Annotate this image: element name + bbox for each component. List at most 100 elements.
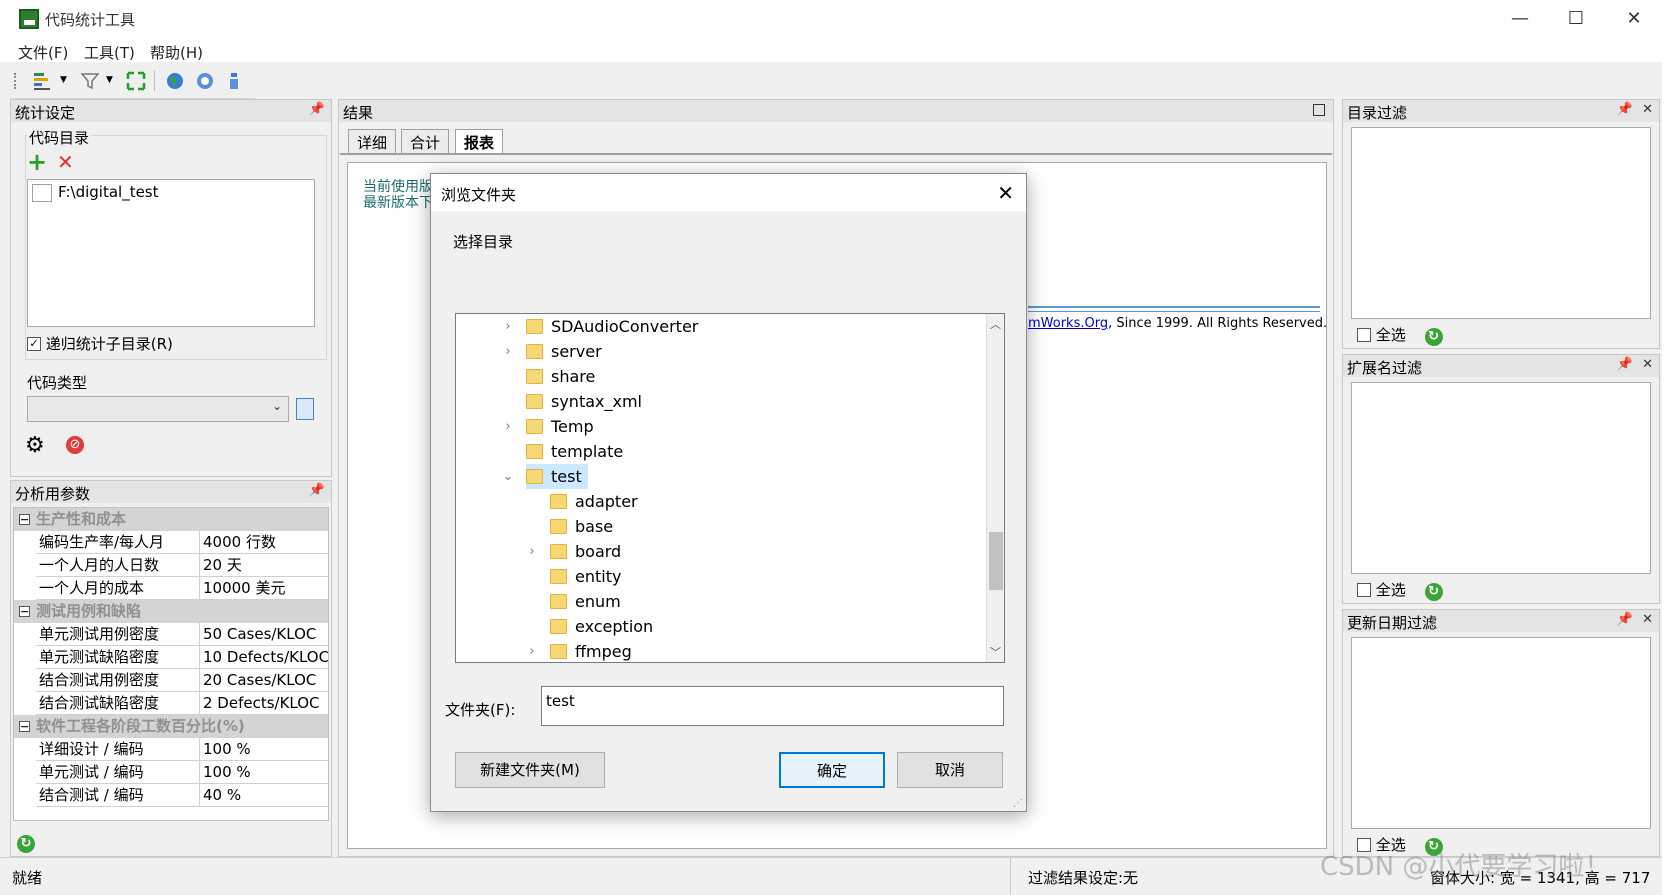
table-row[interactable]: 结合测试缺陷密度 2 Defects/KLOC (14, 692, 328, 715)
tab-report[interactable]: 报表 (455, 129, 504, 154)
chevron-right-icon[interactable]: › (502, 414, 514, 439)
param-value[interactable]: 20 天 (200, 554, 328, 577)
param-value[interactable]: 4000 行数 (200, 531, 328, 554)
param-value[interactable]: 40 % (200, 784, 328, 807)
tree-item[interactable]: adapter (550, 489, 638, 514)
ext-filter-select-all[interactable]: 全选 ↻ (1357, 579, 1443, 601)
dialog-close-icon[interactable]: ✕ (997, 181, 1014, 205)
chevron-right-icon[interactable]: › (526, 639, 538, 662)
add-dir-icon[interactable]: + (27, 150, 47, 174)
refresh-icon[interactable]: ↻ (1424, 328, 1443, 346)
tree-item[interactable]: base (550, 514, 613, 539)
tree-item[interactable]: template (526, 439, 623, 464)
param-value[interactable]: 10 Defects/KLOC (200, 646, 328, 669)
stats-icon[interactable] (32, 71, 52, 91)
dir-checkbox[interactable] (32, 184, 52, 202)
tree-item[interactable]: › board (529, 539, 621, 564)
param-value[interactable]: 20 Cases/KLOC (200, 669, 328, 692)
pin-icon[interactable]: 📌 (1617, 102, 1633, 117)
resize-grip-icon[interactable]: ⋰ (1013, 798, 1023, 809)
chevron-right-icon[interactable]: › (502, 339, 514, 364)
param-value[interactable]: 100 % (200, 738, 328, 761)
table-row[interactable]: 结合测试用例密度 20 Cases/KLOC (14, 669, 328, 692)
folder-tree[interactable]: › SDAudioConverter › server share syntax_xml ›… (455, 313, 1005, 663)
expand-icon[interactable] (126, 71, 146, 91)
select-all-checkbox[interactable] (1357, 582, 1371, 597)
recursive-checkbox[interactable]: ✓ (27, 336, 41, 351)
table-row[interactable]: 一个人月的成本 10000 美元 (14, 577, 328, 600)
grid-group-header[interactable]: − 测试用例和缺陷 (14, 600, 328, 623)
grid-group-header[interactable]: − 软件工程各阶段工数百分比(%) (14, 715, 328, 738)
pin-icon[interactable]: 📌 (309, 483, 325, 498)
toolbar-grip[interactable] (14, 73, 17, 89)
tree-item[interactable]: › server (505, 339, 601, 364)
table-row[interactable]: 单元测试缺陷密度 10 Defects/KLOC (14, 646, 328, 669)
stop-icon[interactable]: ⊘ (66, 436, 84, 454)
chevron-right-icon[interactable]: › (502, 314, 514, 339)
table-row[interactable]: 编码生产率/每人月 4000 行数 (14, 531, 328, 554)
recursive-option[interactable]: ✓ 递归统计子目录(R) (27, 333, 173, 354)
info-icon[interactable] (224, 71, 244, 91)
param-value[interactable]: 100 % (200, 761, 328, 784)
pin-icon[interactable]: 📌 (1617, 612, 1633, 627)
close-button[interactable]: ✕ (1609, 4, 1659, 34)
table-row[interactable]: 一个人月的人日数 20 天 (14, 554, 328, 577)
chevron-right-icon[interactable]: › (526, 539, 538, 564)
chevron-down-icon[interactable]: ⌄ (502, 464, 514, 489)
filter-dropdown-icon[interactable]: ▼ (106, 75, 113, 85)
tree-item[interactable]: › ffmpeg (529, 639, 631, 662)
date-filter-list[interactable] (1351, 637, 1651, 829)
globe-icon[interactable] (165, 71, 185, 91)
dir-filter-select-all[interactable]: 全选 ↻ (1357, 324, 1443, 346)
menu-help[interactable]: 帮助(H) (150, 42, 203, 63)
ext-filter-list[interactable] (1351, 382, 1651, 574)
tree-item[interactable]: exception (550, 614, 653, 639)
param-value[interactable]: 2 Defects/KLOC (200, 692, 328, 715)
close-icon[interactable]: ✕ (1642, 102, 1653, 117)
filter-icon[interactable] (80, 71, 100, 91)
table-row[interactable]: 单元测试用例密度 50 Cases/KLOC (14, 623, 328, 646)
folder-input[interactable]: test (541, 686, 1004, 726)
tree-item[interactable]: ⌄ test (503, 464, 588, 489)
scroll-up-icon[interactable]: ︿ (990, 316, 1001, 332)
code-dir-list[interactable]: F:\digital_test (27, 179, 315, 327)
tree-item[interactable]: › SDAudioConverter (505, 314, 698, 339)
tree-item[interactable]: share (526, 364, 595, 389)
param-value[interactable]: 50 Cases/KLOC (200, 623, 328, 646)
refresh-params-icon[interactable]: ↻ (17, 833, 35, 853)
tab-detail[interactable]: 详细 (348, 129, 397, 154)
remove-dir-icon[interactable]: ✕ (57, 152, 74, 172)
document-icon[interactable] (296, 398, 314, 420)
tab-summary[interactable]: 合计 (401, 129, 450, 154)
select-all-checkbox[interactable] (1357, 327, 1371, 342)
close-icon[interactable]: ✕ (1642, 357, 1653, 372)
copyright-link[interactable]: mWorks.Org (1028, 316, 1108, 331)
new-folder-button[interactable]: 新建文件夹(M) (455, 752, 605, 788)
tree-scrollbar[interactable]: ︿ ﹀ (986, 314, 1004, 662)
collapse-icon[interactable]: − (19, 721, 30, 732)
tree-item[interactable]: entity (550, 564, 621, 589)
table-row[interactable]: 单元测试 / 编码 100 % (14, 761, 328, 784)
refresh-icon[interactable]: ↻ (1424, 583, 1443, 601)
ok-button[interactable]: 确定 (779, 752, 885, 788)
close-icon[interactable]: ✕ (1642, 612, 1653, 627)
restore-panel-icon[interactable] (1313, 104, 1325, 116)
maximize-button[interactable]: ☐ (1551, 4, 1601, 34)
dir-item[interactable]: F:\digital_test (58, 183, 159, 201)
param-value[interactable]: 10000 美元 (200, 577, 328, 600)
minimize-button[interactable]: — (1495, 4, 1545, 34)
menu-tools[interactable]: 工具(T) (84, 42, 135, 63)
update-icon[interactable] (195, 71, 215, 91)
code-type-select[interactable]: ⌄ (27, 396, 289, 422)
grid-group-header[interactable]: − 生产性和成本 (14, 508, 328, 531)
menu-file[interactable]: 文件(F) (18, 42, 68, 63)
settings-gears-icon[interactable]: ⚙ (25, 433, 45, 458)
tree-item[interactable]: enum (550, 589, 621, 614)
table-row[interactable]: 详细设计 / 编码 100 % (14, 738, 328, 761)
table-row[interactable]: 结合测试 / 编码 40 % (14, 784, 328, 807)
collapse-icon[interactable]: − (19, 606, 30, 617)
tree-item[interactable]: › Temp (505, 414, 593, 439)
scroll-down-icon[interactable]: ﹀ (990, 644, 1001, 660)
pin-icon[interactable]: 📌 (1617, 357, 1633, 372)
scrollbar-thumb[interactable] (989, 532, 1003, 590)
